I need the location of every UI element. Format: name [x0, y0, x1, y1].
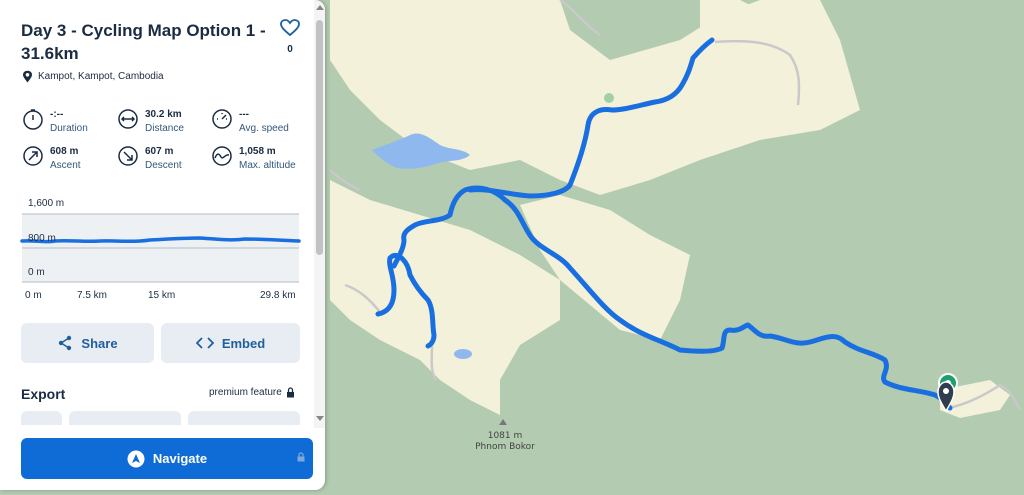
clock-icon — [23, 109, 43, 130]
share-icon — [59, 335, 72, 351]
stat-value: 30.2 km — [145, 109, 182, 120]
peak-name: Phnom Bokor — [475, 442, 535, 452]
navigate-arrow-icon — [127, 450, 145, 467]
elevation-x-label: 29.8 km — [260, 290, 296, 301]
stat-label: Duration — [50, 123, 88, 134]
descent-arrow-icon — [118, 146, 138, 166]
stat-label: Descent — [145, 160, 182, 171]
stat-value: -:-- — [50, 109, 64, 120]
panel-scrollbar[interactable] — [314, 0, 325, 428]
lock-icon — [286, 387, 294, 398]
stat-value: 608 m — [50, 146, 79, 157]
elevation-y-label: 1,600 m — [28, 198, 65, 209]
premium-feature-note: premium feature — [209, 387, 295, 398]
share-button[interactable]: Share — [21, 323, 154, 363]
stat-ascent: 608 m Ascent — [22, 145, 81, 172]
location-pin-icon — [23, 70, 32, 83]
peak-label: 1081 m Phnom Bokor — [470, 431, 540, 453]
map-poi-dot — [604, 93, 614, 103]
route-location[interactable]: Kampot, Kampot, Cambodia — [22, 70, 164, 83]
location-text: Kampot, Kampot, Cambodia — [38, 71, 164, 82]
stat-value: 607 m — [145, 146, 174, 157]
stat-label: Max. altitude — [239, 160, 296, 171]
peak-elevation: 1081 m — [487, 431, 523, 441]
stat-label: Ascent — [50, 160, 81, 171]
export-option-button[interactable] — [69, 411, 181, 425]
elevation-x-label: 7.5 km — [77, 290, 108, 301]
favorite-count: 0 — [287, 44, 293, 55]
elevation-x-label: 15 km — [148, 290, 176, 301]
elevation-line — [20, 236, 301, 244]
elevation-plot-area — [22, 214, 299, 282]
speedometer-icon — [212, 109, 232, 129]
stat-avg-speed: --- Avg. speed — [211, 108, 289, 135]
export-option-button[interactable] — [21, 411, 62, 425]
stat-label: Distance — [145, 123, 184, 134]
embed-button[interactable]: Embed — [161, 323, 300, 363]
scroll-up-arrow[interactable] — [316, 5, 324, 10]
embed-label: Embed — [221, 335, 266, 351]
stat-label: Avg. speed — [239, 123, 289, 134]
stat-descent: 607 m Descent — [117, 145, 182, 172]
code-brackets-icon — [195, 337, 214, 349]
ascent-arrow-icon — [23, 146, 43, 166]
scroll-down-arrow[interactable] — [316, 416, 324, 421]
favorite-button[interactable]: 0 — [278, 19, 302, 55]
export-heading: Export — [21, 386, 66, 402]
stat-value: 1,058 m — [239, 146, 276, 157]
elevation-y-label: 800 m — [28, 233, 56, 244]
stat-value: --- — [239, 109, 249, 120]
heart-icon — [280, 19, 300, 37]
export-option-button[interactable] — [188, 411, 300, 425]
navigate-button[interactable]: Navigate — [21, 438, 313, 479]
stat-max-altitude: 1,058 m Max. altitude — [211, 145, 296, 172]
share-label: Share — [81, 335, 118, 351]
elevation-y-label: 0 m — [28, 267, 45, 278]
elevation-x-label: 0 m — [25, 290, 42, 301]
route-title: Day 3 - Cycling Map Option 1 - 31.6km — [21, 21, 266, 63]
scrollbar-thumb[interactable] — [316, 20, 323, 255]
pond — [454, 349, 472, 359]
altitude-wave-icon — [212, 146, 232, 166]
stat-duration: -:-- Duration — [22, 108, 88, 135]
premium-label: premium feature — [209, 387, 282, 398]
distance-arrows-icon — [118, 109, 138, 129]
stat-distance: 30.2 km Distance — [117, 108, 184, 135]
lock-icon — [297, 452, 305, 462]
panel-scroll-area[interactable]: Day 3 - Cycling Map Option 1 - 31.6km 0 … — [0, 0, 314, 425]
route-panel: Day 3 - Cycling Map Option 1 - 31.6km 0 … — [0, 0, 325, 490]
navigate-label: Navigate — [152, 451, 208, 466]
